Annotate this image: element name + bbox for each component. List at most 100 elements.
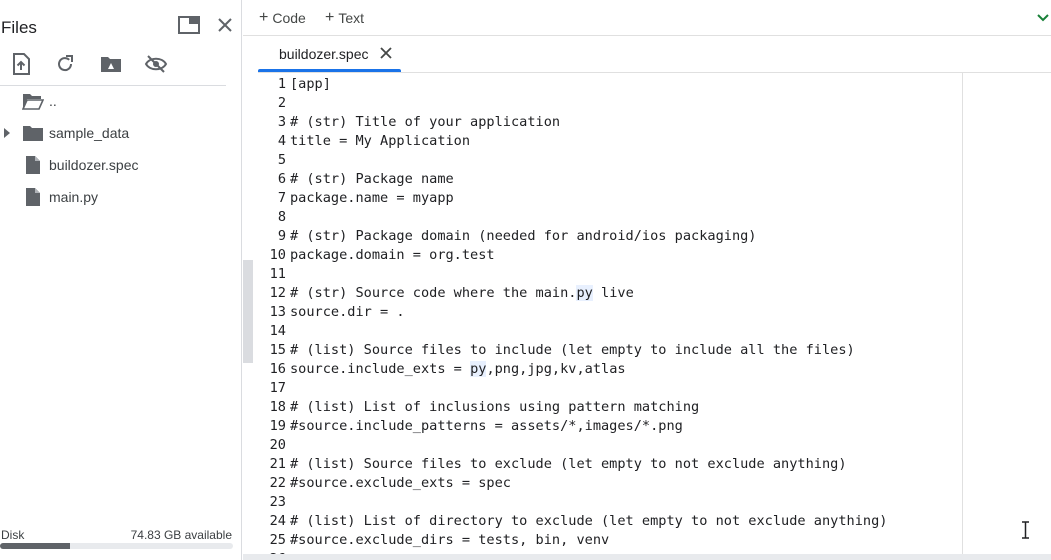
- open-in-window-icon[interactable]: [177, 13, 201, 37]
- disk-available: 74.83 GB available: [130, 528, 232, 542]
- code-line[interactable]: 1 [app]: [258, 75, 963, 94]
- line-number: 10: [269, 247, 286, 263]
- code-line[interactable]: 23: [258, 493, 963, 512]
- close-icon[interactable]: [379, 46, 393, 60]
- line-number: 2: [277, 95, 286, 111]
- code-line[interactable]: 6 # (str) Package name: [258, 170, 963, 189]
- add-code-button[interactable]: + Code: [259, 8, 306, 28]
- close-icon[interactable]: [213, 13, 237, 37]
- line-text: source.include_exts = py,png,jpg,kv,atla…: [290, 361, 626, 377]
- line-number: 9: [277, 228, 286, 244]
- code-line[interactable]: 16 source.include_exts = py,png,jpg,kv,at…: [258, 360, 963, 379]
- tab-label: buildozer.spec: [279, 46, 369, 62]
- code-line[interactable]: 20: [258, 436, 963, 455]
- line-number: 12: [269, 285, 286, 301]
- line-number: 4: [277, 133, 286, 149]
- line-text: package.name = myapp: [290, 190, 454, 206]
- code-line[interactable]: 9 # (str) Package domain (needed for andr…: [258, 227, 963, 246]
- line-number: 17: [269, 380, 286, 396]
- mount-drive-icon[interactable]: [98, 51, 124, 77]
- code-line[interactable]: 11: [258, 265, 963, 284]
- tree-item-buildozer-spec[interactable]: buildozer.spec: [0, 150, 226, 180]
- line-text: title = My Application: [290, 133, 471, 149]
- code-line[interactable]: 22 #source.exclude_exts = spec: [258, 474, 963, 493]
- line-number: 5: [277, 152, 286, 168]
- line-text: source.dir = .: [290, 304, 405, 320]
- panel-resize-handle[interactable]: [243, 260, 253, 363]
- add-code-label: Code: [272, 10, 306, 26]
- line-text: # (str) Title of your application: [290, 114, 561, 130]
- tree-item-parent[interactable]: ..: [0, 86, 226, 116]
- line-text: #source.exclude_exts = spec: [290, 475, 511, 491]
- code-line[interactable]: 24 # (list) List of directory to exclude …: [258, 512, 963, 531]
- notebook-toolbar: + Code + Text: [243, 0, 1051, 36]
- tab-buildozer-spec[interactable]: buildozer.spec: [258, 40, 401, 72]
- tree-item-label: main.py: [49, 189, 99, 205]
- refresh-icon[interactable]: [52, 51, 78, 77]
- code-line[interactable]: 2: [258, 94, 963, 113]
- line-number: 16: [269, 361, 286, 377]
- code-line[interactable]: 15 # (list) Source files to include (let …: [258, 341, 963, 360]
- tree-item-main-py[interactable]: main.py: [0, 182, 226, 212]
- line-number: 25: [269, 532, 286, 548]
- open-folder-icon: [22, 91, 44, 111]
- files-panel-title: Files: [1, 18, 37, 37]
- line-number: 20: [269, 437, 286, 453]
- line-number: 24: [269, 513, 286, 529]
- plus-icon: +: [259, 9, 269, 26]
- upload-file-icon[interactable]: [8, 51, 34, 77]
- editor-overview-ruler: [963, 73, 1051, 555]
- code-line[interactable]: 10 package.domain = org.test: [258, 246, 963, 265]
- tree-item-label: buildozer.spec: [49, 157, 139, 173]
- chevron-down-icon[interactable]: [1037, 11, 1049, 23]
- line-number: 23: [269, 494, 286, 510]
- disk-label: Disk: [1, 528, 25, 542]
- line-number: 19: [269, 418, 286, 434]
- line-number: 14: [269, 323, 286, 339]
- file-icon: [22, 187, 44, 207]
- code-line[interactable]: 25 #source.exclude_dirs = tests, bin, ven…: [258, 531, 963, 550]
- code-line[interactable]: 4 title = My Application: [258, 132, 963, 151]
- line-text: # (str) Source code where the main.py li…: [290, 285, 634, 301]
- code-editor[interactable]: 1 [app] 2 3 # (str) Title of your applicatio…: [258, 73, 963, 555]
- code-line[interactable]: 14: [258, 322, 963, 341]
- add-text-button[interactable]: + Text: [325, 8, 364, 28]
- code-line[interactable]: 7 package.name = myapp: [258, 189, 963, 208]
- plus-icon: +: [325, 9, 335, 26]
- code-line[interactable]: 17: [258, 379, 963, 398]
- line-text: # (list) Source files to exclude (let em…: [290, 456, 847, 472]
- line-number: 11: [269, 266, 286, 282]
- code-line[interactable]: 21 # (list) Source files to exclude (let …: [258, 455, 963, 474]
- code-line[interactable]: 5: [258, 151, 963, 170]
- code-line[interactable]: 19 #source.include_patterns = assets/*,im…: [258, 417, 963, 436]
- folder-icon: [22, 123, 44, 143]
- add-text-label: Text: [338, 10, 365, 26]
- line-number: 8: [277, 209, 286, 225]
- expand-arrow-icon[interactable]: [2, 127, 12, 139]
- horizontal-scrollbar[interactable]: [243, 554, 1051, 560]
- line-number: 7: [277, 190, 286, 206]
- hide-files-icon[interactable]: [143, 51, 169, 77]
- code-line[interactable]: 8: [258, 208, 963, 227]
- line-text: #source.include_patterns = assets/*,imag…: [290, 418, 683, 434]
- file-icon: [22, 155, 44, 175]
- word-highlight: py: [576, 285, 593, 301]
- line-text: # (list) Source files to include (let em…: [290, 342, 855, 358]
- code-line[interactable]: 3 # (str) Title of your application: [258, 113, 963, 132]
- code-line[interactable]: 13 source.dir = .: [258, 303, 963, 322]
- line-number: 22: [269, 475, 286, 491]
- tree-item-label: ..: [49, 93, 57, 109]
- disk-usage-fill: [0, 543, 70, 549]
- tree-item-sample-data[interactable]: sample_data: [0, 118, 226, 148]
- tree-item-label: sample_data: [49, 125, 130, 141]
- line-number: 13: [269, 304, 286, 320]
- line-number: 15: [269, 342, 286, 358]
- code-line[interactable]: 18 # (list) List of inclusions using patt…: [258, 398, 963, 417]
- line-number: 21: [269, 456, 286, 472]
- line-text: [app]: [290, 76, 331, 92]
- line-text: package.domain = org.test: [290, 247, 495, 263]
- line-number: 6: [277, 171, 286, 187]
- line-text: #source.exclude_dirs = tests, bin, venv: [290, 532, 610, 548]
- code-line[interactable]: 12 # (str) Source code where the main.py …: [258, 284, 963, 303]
- line-text: # (str) Package name: [290, 171, 454, 187]
